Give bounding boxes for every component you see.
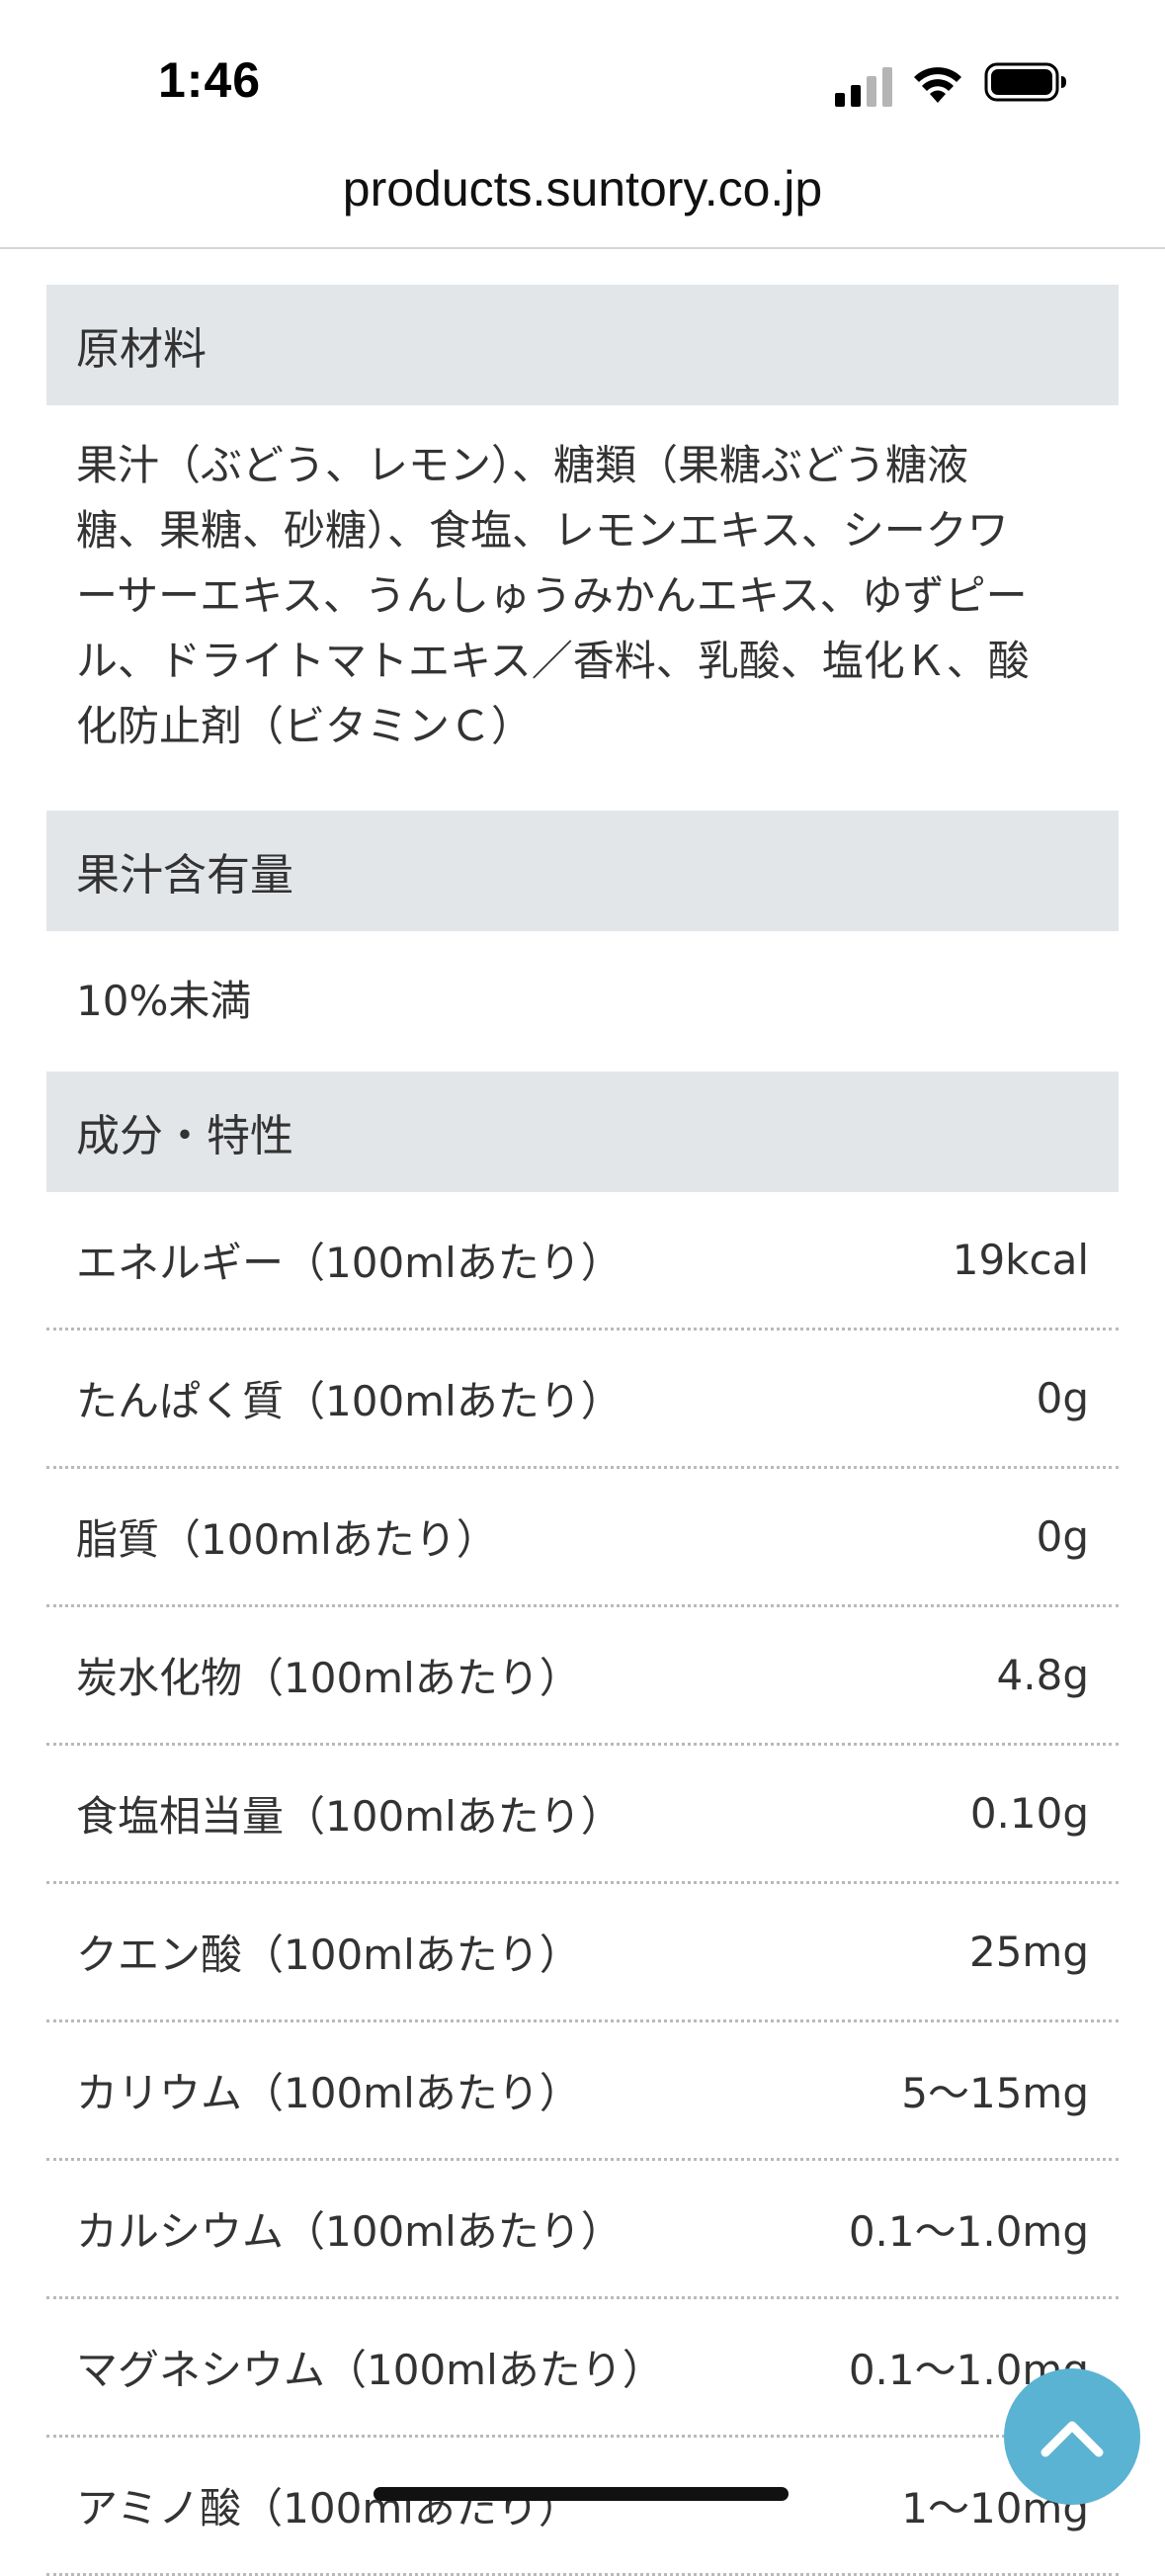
nutrient-value: 4.8g [996,1651,1089,1699]
nutrient-label: カルシウム（100mlあたり） [76,2207,623,2256]
ingredients-line: 化防止剤（ビタミンＣ） [76,702,534,750]
section-header-juice-content: 果汁含有量 [46,811,1119,931]
cellular-signal-icon [835,67,892,107]
url-domain: products.suntory.co.jp [342,161,823,216]
address-bar[interactable]: products.suntory.co.jp [0,158,1165,249]
product-info: 原材料 果汁（ぶどう、レモン）、糖類（果糖ぶどう糖液 糖、果糖、砂糖）、食塩、レ… [46,285,1119,2576]
ingredients-line: 果汁（ぶどう、レモン）、糖類（果糖ぶどう糖液 [76,441,969,489]
nutrient-row-magnesium: マグネシウム（100mlあたり） 0.1〜1.0mg [46,2299,1119,2438]
ingredients-text: 果汁（ぶどう、レモン）、糖類（果糖ぶどう糖液 糖、果糖、砂糖）、食塩、レモンエキ… [46,405,1119,811]
nutrient-label: エネルギー（100mlあたり） [76,1239,623,1287]
battery-icon [984,62,1066,102]
ingredients-line: 糖、果糖、砂糖）、食塩、レモンエキス、シークワ [76,506,1009,555]
nutrient-label: マグネシウム（100mlあたり） [76,2346,664,2394]
nutrient-label: カリウム（100mlあたり） [76,2069,581,2117]
home-indicator[interactable] [374,2487,789,2501]
nutrient-row-salt: 食塩相当量（100mlあたり） 0.10g [46,1746,1119,1884]
juice-content-value: 10%未満 [76,977,252,1025]
section-header-nutrition: 成分・特性 [46,1072,1119,1192]
nutrient-label: 炭水化物（100mlあたり） [76,1654,581,1702]
ingredients-line: ル、ドライトマトエキス／香料、乳酸、塩化Ｋ、酸 [76,637,1030,685]
ingredients-line: ーサーエキス、うんしゅうみかんエキス、ゆずピー [76,571,1028,620]
status-time: 1:46 [158,52,262,108]
nutrient-label: 食塩相当量（100mlあたり） [76,1792,623,1841]
status-bar: 1:46 [0,0,1165,158]
nutrient-value: 0.1〜1.0mg [848,2207,1089,2256]
nutrient-row-protein: たんぱく質（100mlあたり） 0g [46,1331,1119,1469]
nutrient-value: 0.10g [969,1789,1089,1838]
wifi-icon [914,67,961,103]
back-to-top-button[interactable] [1004,2368,1140,2505]
nutrient-value: 0g [1036,1374,1089,1422]
nutrient-row-citric-acid: クエン酸（100mlあたり） 25mg [46,1884,1119,2022]
nutrient-label: クエン酸（100mlあたり） [76,1931,581,1979]
nutrient-row-amino-acid: アミノ酸（100mlあたり） 1〜10mg [46,2438,1119,2576]
nutrient-value: 19kcal [952,1236,1089,1284]
nutrient-row-calcium: カルシウム（100mlあたり） 0.1〜1.0mg [46,2161,1119,2299]
section-header-ingredients: 原材料 [46,285,1119,405]
nutrient-label: 脂質（100mlあたり） [76,1515,498,1564]
nutrient-row-fat: 脂質（100mlあたり） 0g [46,1469,1119,1607]
nutrient-row-potassium: カリウム（100mlあたり） 5〜15mg [46,2022,1119,2161]
nutrient-value: 0g [1036,1512,1089,1561]
nutrient-label: たんぱく質（100mlあたり） [76,1377,623,1425]
chevron-up-icon [1040,2421,1104,2457]
nutrient-value: 25mg [968,1928,1089,1976]
nutrient-row-carbohydrate: 炭水化物（100mlあたり） 4.8g [46,1607,1119,1746]
nutrition-table: エネルギー（100mlあたり） 19kcal たんぱく質（100mlあたり） 0… [46,1192,1119,2576]
nutrient-row-energy: エネルギー（100mlあたり） 19kcal [46,1192,1119,1331]
nutrient-value: 5〜15mg [901,2069,1089,2117]
